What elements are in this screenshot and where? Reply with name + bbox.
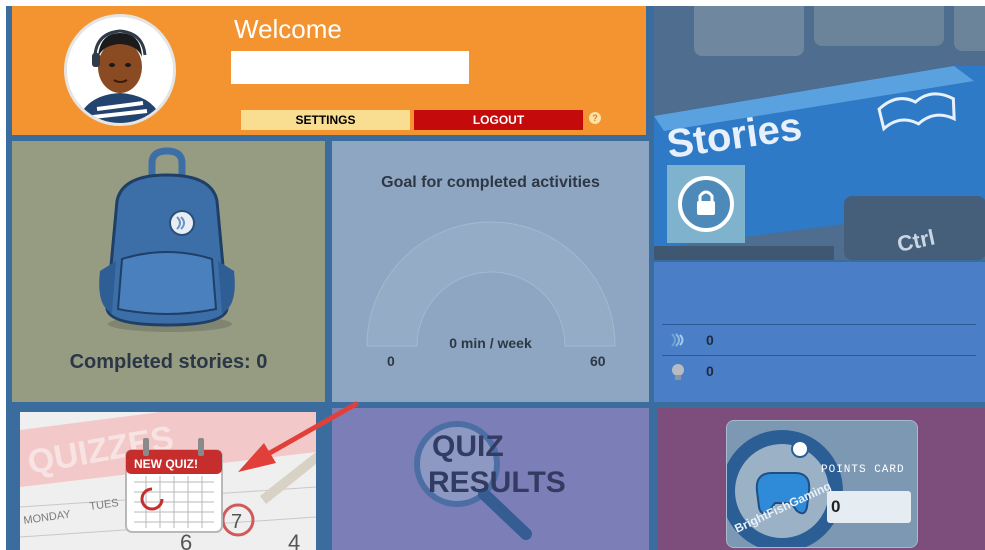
points-value: 0 [827,491,911,523]
quiz-results-line1: QUIZ [432,430,504,463]
quiz-results-image: QUIZ RESULTS [414,421,566,540]
avatar [64,14,176,126]
name-field[interactable] [231,51,469,84]
goal-tile: Goal for completed activities 0 min / we… [332,141,649,402]
stats-tile: 0 0 [654,262,985,402]
dashboard-frame: Welcome SETTINGS LOGOUT ? Stories Ctrl 0… [6,6,985,550]
help-icon[interactable]: ? [589,112,601,124]
quiz-results-tile[interactable]: QUIZ RESULTS [332,408,649,550]
stat-row-stories: 0 [662,324,976,355]
story-waves-icon [671,333,684,347]
points-tile[interactable]: BrightFishGaming POINTS CARD 0 [657,408,985,550]
goal-max-label: 60 [590,353,606,369]
calendar-icon: NEW QUIZ! [125,438,223,533]
settings-button[interactable]: SETTINGS [241,110,410,130]
quiz-results-line2: RESULTS [428,466,566,499]
goal-unit-label: 0 min / week [449,335,532,351]
completed-stories-label: Completed stories: 0 [69,351,268,373]
welcome-title: Welcome [234,14,342,44]
quizzes-tile[interactable]: QUIZZES MONDAY TUES 7 6 4 NEW QUIZ! [20,412,316,550]
backpack-tile[interactable]: Completed stories: 0 [12,141,325,402]
quizzes-image: QUIZZES MONDAY TUES 7 6 4 NEW QUIZ! [20,412,316,550]
new-quiz-badge: NEW QUIZ! [134,457,198,471]
backpack-icon [99,147,235,332]
points-card-title: POINTS CARD [821,464,905,476]
lock-icon [678,176,734,232]
stories-lock-button[interactable] [667,165,745,243]
welcome-tile: Welcome SETTINGS LOGOUT ? [12,6,646,135]
logout-button[interactable]: LOGOUT [414,110,583,130]
date-number: 4 [288,530,300,550]
date-number: 7 [231,511,242,533]
medal-icon [672,364,684,380]
goal-min-label: 0 [387,353,395,369]
points-card: BrightFishGaming POINTS CARD 0 [726,420,918,548]
stat-value: 0 [706,332,714,348]
stories-tile[interactable]: Stories Ctrl [654,6,985,260]
stat-value: 0 [706,363,714,379]
points-card-art: BrightFishGaming [727,421,917,547]
stat-row-medals: 0 [662,355,976,386]
